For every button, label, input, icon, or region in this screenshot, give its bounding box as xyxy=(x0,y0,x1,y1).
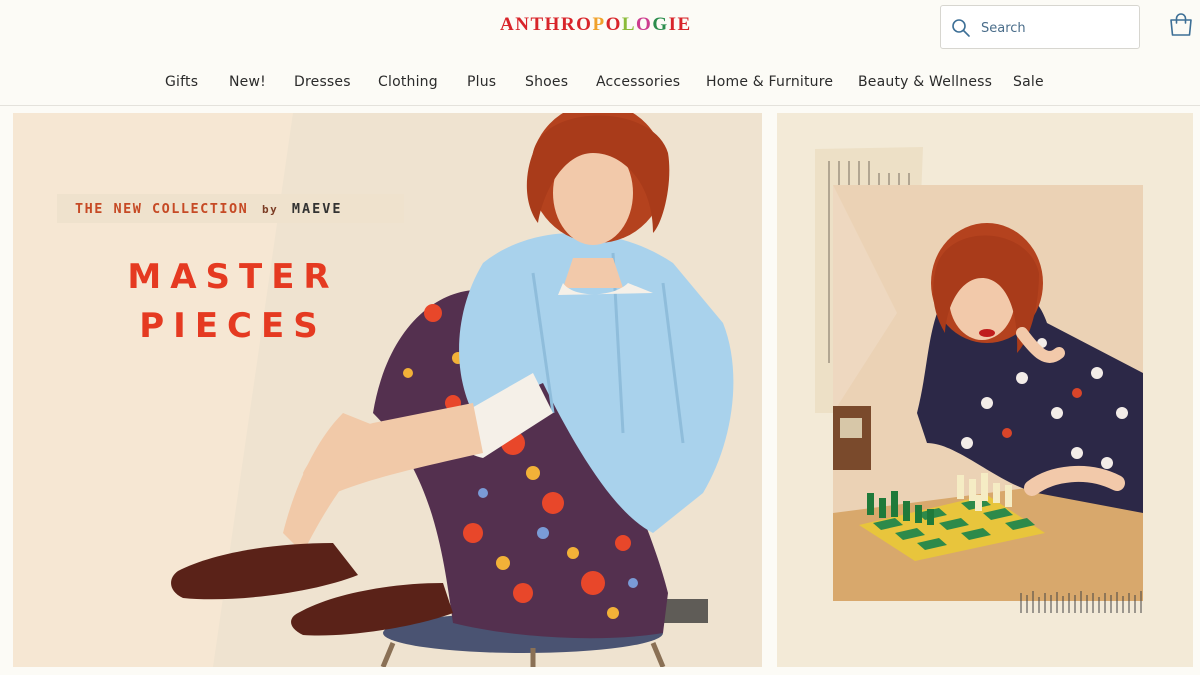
nav-item-dresses[interactable]: Dresses xyxy=(294,74,351,90)
logo-letter: I xyxy=(668,14,678,35)
nav-item-gifts[interactable]: Gifts xyxy=(165,74,198,90)
search-input[interactable] xyxy=(981,16,1131,40)
collection-tagline: THE NEW COLLECTION by MAEVE xyxy=(57,194,404,223)
search-box[interactable] xyxy=(940,5,1140,49)
logo-letter: P xyxy=(592,14,606,35)
nav-item-accessories[interactable]: Accessories xyxy=(596,74,680,90)
main-nav: Gifts New! Dresses Clothing Plus Shoes A… xyxy=(0,62,1200,102)
nav-item-shoes[interactable]: Shoes xyxy=(525,74,568,90)
logo-letter: N xyxy=(515,14,531,35)
nav-item-home-furniture[interactable]: Home & Furniture xyxy=(706,74,833,90)
logo-letter: L xyxy=(621,14,637,35)
search-icon[interactable] xyxy=(951,18,971,38)
hero-banner-main[interactable]: THE NEW COLLECTION by MAEVE MASTER PIECE… xyxy=(13,113,762,667)
headline-line-1: MASTER xyxy=(127,257,339,297)
nav-item-clothing[interactable]: Clothing xyxy=(378,74,438,90)
tagline-by: by xyxy=(261,203,279,216)
tagline-prefix: THE NEW COLLECTION xyxy=(75,201,249,217)
headline-line-2: PIECES xyxy=(139,306,327,346)
nav-item-new[interactable]: New! xyxy=(229,74,266,90)
logo-letter: G xyxy=(652,14,669,35)
logo-letter: O xyxy=(636,14,653,35)
logo-letter: H xyxy=(544,14,561,35)
brand-logo[interactable]: ANTHROPOLOGIE xyxy=(500,14,710,38)
logo-letter: T xyxy=(530,14,545,35)
nav-item-sale[interactable]: Sale xyxy=(1013,74,1044,90)
tagline-brand: MAEVE xyxy=(291,201,343,217)
nav-item-beauty-wellness[interactable]: Beauty & Wellness xyxy=(858,74,992,90)
hero-chess-photo xyxy=(777,113,1193,667)
logo-letter: O xyxy=(605,14,622,35)
logo-letter: E xyxy=(677,14,692,35)
hero-banner-secondary[interactable] xyxy=(777,113,1193,667)
site-header: ANTHROPOLOGIE Gifts New! Dresses Clothin… xyxy=(0,0,1200,106)
hero-headline: MASTER PIECES xyxy=(103,253,363,351)
logo-letter: A xyxy=(500,14,516,35)
logo-letter: R xyxy=(560,14,577,35)
logo-letter: O xyxy=(576,14,593,35)
shopping-bag-icon[interactable] xyxy=(1168,12,1194,38)
nav-item-plus[interactable]: Plus xyxy=(467,74,496,90)
